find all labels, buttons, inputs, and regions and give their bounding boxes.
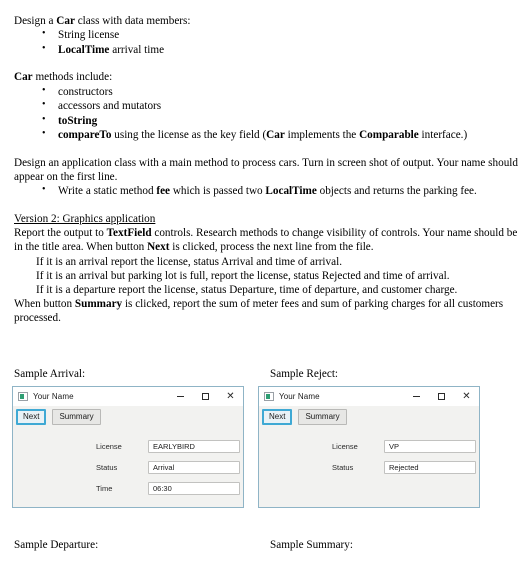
version2-heading-text: Version 2: Graphics application (14, 212, 156, 225)
license-label: License (332, 442, 358, 451)
field-row-time: Time 06:30 (13, 480, 243, 497)
field-row-status: Status Rejected (259, 459, 479, 476)
list-item: • constructors (14, 85, 519, 100)
data-member-0: String license (58, 29, 120, 42)
data-members-list: • String license • LocalTime arrival time (14, 28, 519, 57)
close-button[interactable]: ✕ (218, 387, 243, 406)
minimize-button[interactable] (404, 387, 429, 406)
maximize-icon (438, 393, 445, 400)
status-field[interactable]: Arrival (148, 461, 240, 474)
next-button[interactable]: Next (262, 409, 293, 425)
assignment-text: Design a Car class with data members: • S… (14, 14, 519, 326)
time-label: Time (96, 484, 113, 493)
field-row-license: License EARLYBIRD (13, 438, 243, 455)
bullet-glyph: • (42, 28, 46, 40)
license-field[interactable]: EARLYBIRD (148, 440, 240, 453)
version2-heading: Version 2: Graphics application (14, 212, 519, 226)
window-toolbar: Next Summary (259, 406, 479, 428)
bullet-glyph: • (42, 128, 46, 140)
close-icon: ✕ (226, 390, 235, 402)
list-item: • compareTo using the license as the key … (42, 128, 468, 142)
time-field[interactable]: 06:30 (148, 482, 240, 495)
version2-rule-1: If it is an arrival but parking lot is f… (36, 269, 450, 282)
maximize-button[interactable] (429, 387, 454, 406)
application-paragraph: Design an application class with a main … (14, 156, 518, 184)
document-page: Design a Car class with data members: • S… (0, 0, 532, 571)
maximize-icon (202, 393, 209, 400)
close-button[interactable]: ✕ (454, 387, 479, 406)
version2-paragraph-1: Report the output to TextField controls.… (14, 227, 518, 254)
sample-arrival-window: Your Name ✕ Next Summary License EARLYBI… (12, 386, 244, 508)
methods-car-strong: Car (14, 71, 33, 84)
minimize-icon (177, 396, 184, 397)
close-icon: ✕ (462, 390, 471, 402)
list-item: • toString (14, 114, 519, 129)
window-title: Your Name (33, 392, 74, 401)
minimize-button[interactable] (168, 387, 193, 406)
status-label: Status (332, 463, 354, 472)
version2-paragraph-2: When button Summary is clicked, report t… (14, 298, 504, 325)
license-field[interactable]: VP (384, 440, 476, 453)
app-icon (264, 392, 274, 401)
maximize-button[interactable] (193, 387, 218, 406)
intro-paragraph: Design a Car class with data members: (14, 15, 191, 27)
window-toolbar: Next Summary (13, 406, 243, 428)
summary-button[interactable]: Summary (298, 409, 347, 425)
license-label: License (96, 442, 122, 451)
bullet-glyph: • (42, 184, 46, 196)
bullet-glyph: • (42, 42, 46, 54)
method-1: accessors and mutators (58, 100, 162, 113)
status-field[interactable]: Rejected (384, 461, 476, 474)
caption-sample-departure: Sample Departure: (14, 539, 99, 551)
reject-form: License VP Status Rejected (259, 428, 479, 476)
bullet-glyph: • (42, 84, 46, 96)
next-button[interactable]: Next (16, 409, 47, 425)
bullet-glyph: • (42, 113, 46, 125)
caption-sample-arrival: Sample Arrival: (14, 368, 86, 380)
method-2: toString (58, 114, 98, 127)
field-row-status: Status Arrival (13, 459, 243, 476)
status-label: Status (96, 463, 118, 472)
data-member-1-strong: LocalTime (58, 43, 110, 56)
minimize-icon (413, 396, 420, 397)
summary-button[interactable]: Summary (52, 409, 101, 425)
version2-rule-0: If it is an arrival report the license, … (36, 255, 342, 268)
arrival-form: License EARLYBIRD Status Arrival Time 06… (13, 428, 243, 497)
field-row-license: License VP (259, 438, 479, 455)
window-titlebar[interactable]: Your Name ✕ (13, 387, 243, 406)
list-item: • accessors and mutators (14, 99, 519, 114)
method-0: constructors (58, 85, 113, 98)
sample-reject-window: Your Name ✕ Next Summary License VP Stat… (258, 386, 480, 508)
caption-sample-summary: Sample Summary: (270, 539, 353, 551)
list-item: • Write a static method fee which is pass… (42, 184, 477, 198)
list-item: • LocalTime arrival time (14, 43, 519, 58)
list-item: • String license (14, 28, 519, 43)
window-titlebar[interactable]: Your Name ✕ (259, 387, 479, 406)
app-icon (18, 392, 28, 401)
window-controls: ✕ (168, 387, 243, 406)
data-member-1-rest: arrival time (109, 43, 165, 56)
window-controls: ✕ (404, 387, 479, 406)
version2-rule-2: If it is a departure report the license,… (36, 283, 458, 296)
fee-list: • Write a static method fee which is pass… (14, 184, 519, 199)
bullet-glyph: • (42, 99, 46, 111)
intro-car-strong: Car (56, 15, 75, 27)
methods-list: • constructors • accessors and mutators • t… (14, 85, 519, 143)
methods-heading: Car methods include: (14, 71, 113, 84)
window-title: Your Name (279, 392, 320, 401)
caption-sample-reject: Sample Reject: (270, 368, 339, 380)
